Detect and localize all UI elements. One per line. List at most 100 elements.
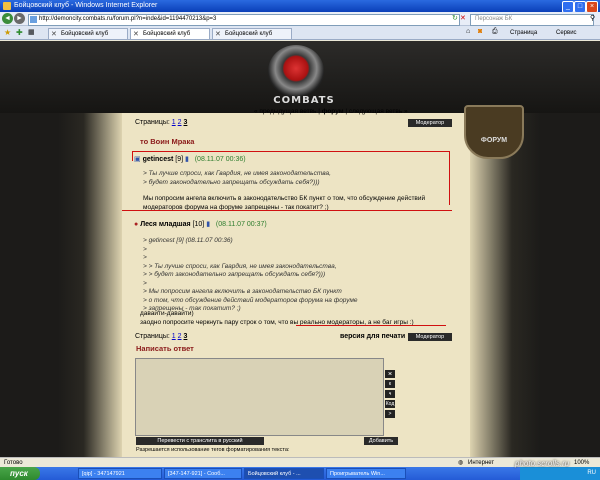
start-button[interactable]: пуск — [0, 467, 40, 480]
tab-3[interactable]: ✕ Бойцовский клуб — [212, 28, 292, 39]
task-message[interactable]: [347-147-921] - Сооб... — [164, 468, 242, 479]
add-favorites-icon[interactable]: ✚ — [16, 28, 23, 37]
tab-close-icon[interactable]: ✕ — [51, 30, 57, 39]
feeds-icon[interactable]: ◙ — [478, 28, 482, 35]
quote-line: > Ты лучше спроси, как Гвардия, не имея … — [143, 170, 331, 177]
right-decoration — [470, 113, 540, 457]
post-2-quote: > getincest [9] (08.11.07 00:36) > > > >… — [143, 237, 358, 314]
tab-label: Бойцовский клуб — [143, 31, 191, 37]
search-placeholder: Персонаж БК — [475, 16, 513, 22]
post-level: [10] — [192, 221, 205, 228]
left-decoration — [58, 113, 122, 457]
status-bar: Готово ◍ Интернет 100% — [0, 457, 600, 467]
url-input[interactable]: http://demoncity.combats.ru/forum.pl?n=i… — [28, 14, 460, 26]
tab-close-icon[interactable]: ✕ — [133, 30, 139, 39]
quote-line: > > Ты лучше спроси, как Гвардия, не име… — [143, 262, 337, 270]
post-line: Мы попросим ангела включить в законодате… — [143, 195, 426, 202]
code-button[interactable]: Код — [385, 400, 395, 408]
pages-nav: Страницы: 1 2 3 — [135, 119, 187, 126]
page-link-3[interactable]: 3 — [183, 119, 187, 126]
annotation-line — [122, 210, 452, 211]
pages-label: Страницы: — [135, 333, 170, 340]
ie-icon — [3, 2, 11, 10]
quote-line: > будет законодательно запрещать обсужда… — [143, 179, 320, 186]
info-icon[interactable]: ▮ — [185, 156, 189, 163]
page-menu[interactable]: Страница — [510, 28, 537, 38]
search-icon[interactable]: ⚲ — [590, 14, 595, 22]
site-header: COMBATS — [0, 41, 600, 113]
annotation-line — [132, 151, 450, 152]
back-icon[interactable]: ◄ — [2, 13, 13, 24]
tab-close-icon[interactable]: ✕ — [215, 30, 221, 39]
annotation-underline — [296, 325, 446, 326]
watermark: photo.scrolls.ru — [515, 459, 570, 468]
tab-1[interactable]: ✕ Бойцовский клуб — [48, 28, 128, 39]
page-link-3[interactable]: 3 — [183, 333, 187, 340]
service-menu[interactable]: Сервис — [556, 28, 577, 38]
task-player[interactable]: Проигрыватель Win... — [326, 468, 406, 479]
thread-title: то Воин Мрака — [140, 137, 195, 146]
page-link-2[interactable]: 2 — [178, 119, 182, 126]
tab-2[interactable]: ✕ Бойцовский клуб — [130, 28, 210, 39]
stop-icon[interactable]: ✕ — [460, 14, 466, 22]
search-input[interactable]: Персонаж БК — [470, 14, 594, 26]
forward-icon[interactable]: ► — [14, 13, 25, 24]
tab-bar: ★ ✚ ▦ ✕ Бойцовский клуб ✕ Бойцовский клуб … — [0, 26, 600, 40]
info-icon[interactable]: ▮ — [206, 221, 210, 228]
post-1-quote: > Ты лучше спроси, как Гвардия, не имея … — [143, 169, 331, 187]
quote-line: > о том, что обсуждение действий модерат… — [143, 296, 358, 304]
prev-thread-link[interactable]: « предыдущая ветвь — [254, 108, 316, 115]
page-link-1[interactable]: 1 — [172, 333, 176, 340]
favorites-star-icon[interactable]: ★ — [4, 28, 11, 37]
web-page: COMBATS ФОРУМ Страницы: 1 2 3 « предыдущ… — [0, 41, 600, 457]
tab-label: Бойцовский клуб — [61, 31, 109, 37]
address-bar: ◄ ► http://demoncity.combats.ru/forum.pl… — [0, 12, 600, 26]
quote-line: > — [143, 245, 147, 253]
reply-textarea[interactable] — [135, 358, 384, 436]
annotation-line — [449, 151, 450, 205]
post-line: давайти-давайти) — [140, 310, 194, 317]
post-1-header: ▣ getincest [9] ▮ (08.11.07 00:36) — [134, 155, 246, 163]
post-level: [9] — [175, 156, 184, 163]
shield-text: ФОРУМ — [480, 137, 508, 144]
quote-line: > getincest [9] (08.11.07 00:36) — [143, 237, 233, 244]
system-tray: RU — [520, 467, 600, 480]
clan-icon: ● — [134, 221, 139, 228]
add-button[interactable]: Добавить — [364, 437, 398, 445]
moderator-button[interactable]: Модератор — [408, 119, 452, 127]
language-indicator[interactable]: RU — [587, 470, 596, 476]
reply-title: Написать ответ — [136, 344, 194, 353]
print-version-link[interactable]: версия для печати — [340, 333, 405, 340]
clan-icon: ▣ — [134, 156, 141, 163]
tab-list-icon[interactable]: ▦ — [28, 28, 35, 36]
task-browser[interactable]: Бойцовский клуб - ... — [244, 468, 324, 479]
quote-line: > > будет законодательно запрещать обсуж… — [143, 271, 326, 278]
translit-button[interactable]: Перевести с транслита в русский — [136, 437, 264, 445]
home-icon[interactable]: ⌂ — [466, 28, 470, 35]
next-thread-link[interactable]: следующая ветвь » — [349, 108, 408, 115]
window-titlebar: Бойцовский клуб - Windows Internet Explo… — [0, 0, 600, 13]
print-icon[interactable]: ⎙ — [492, 28, 498, 36]
pages-label: Страницы: — [135, 119, 170, 126]
quote-button[interactable]: > — [385, 410, 395, 418]
status-text: Готово — [4, 460, 23, 466]
task-qip[interactable]: [qip] - 347147921 — [78, 468, 162, 479]
logo-text: COMBATS — [273, 95, 335, 106]
quote-line: > Мы попросим ангела включить в законода… — [143, 288, 342, 295]
page-link-2[interactable]: 2 — [178, 333, 182, 340]
bold-button[interactable]: ж — [385, 370, 395, 378]
forum-link[interactable]: форум — [322, 108, 344, 115]
window-title: Бойцовский клуб - Windows Internet Explo… — [14, 2, 158, 9]
post-date: (08.11.07 00:37) — [215, 221, 267, 228]
annotation-line — [132, 151, 133, 161]
italic-button[interactable]: к — [385, 380, 395, 388]
combats-logo-icon — [268, 45, 324, 97]
taskbar: пуск [qip] - 347147921 [347-147-921] - С… — [0, 467, 600, 480]
format-hint: Разрешается использование тегов форматир… — [136, 447, 290, 453]
post-author[interactable]: getincest — [143, 156, 174, 163]
post-author[interactable]: Леся младшая — [140, 221, 190, 228]
moderator-button-bottom[interactable]: Модератор — [408, 333, 452, 341]
page-link-1[interactable]: 1 — [172, 119, 176, 126]
underline-button[interactable]: ч — [385, 390, 395, 398]
refresh-icon[interactable]: ↻ — [452, 14, 458, 22]
